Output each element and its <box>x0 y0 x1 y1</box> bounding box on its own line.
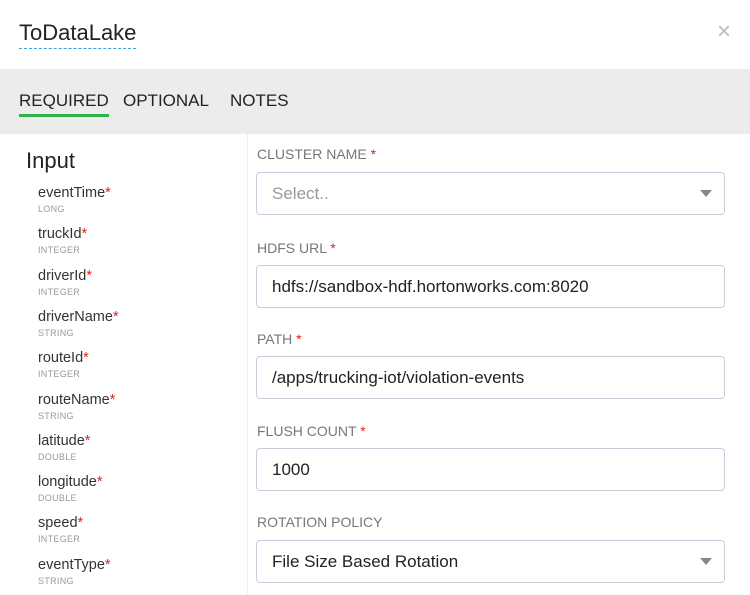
field-name: latitude* <box>38 433 90 449</box>
field-name: eventTime* <box>38 185 111 201</box>
required-mark: * <box>370 146 377 162</box>
field-name-text: driverId <box>38 267 87 284</box>
required-mark: * <box>96 474 103 491</box>
cluster-name-label: CLUSTER NAME * <box>257 146 376 162</box>
close-icon[interactable]: × <box>717 18 731 46</box>
flush-count-input[interactable]: 1000 <box>256 448 725 491</box>
field-name: longitude* <box>38 474 103 490</box>
input-field-item: routeId* INTEGER <box>38 350 89 379</box>
field-type: STRING <box>38 327 74 338</box>
input-field-item: routeName* STRING <box>38 392 115 421</box>
required-mark: * <box>84 432 91 449</box>
field-name-text: eventType <box>38 556 105 573</box>
field-type: INTEGER <box>38 534 81 545</box>
path-label: PATH * <box>257 331 302 347</box>
field-type: DOUBLE <box>38 493 77 504</box>
label-text: CLUSTER NAME <box>257 146 367 162</box>
label-text: FLUSH COUNT <box>257 423 357 439</box>
required-mark: * <box>83 350 89 367</box>
field-name: driverName* <box>38 309 119 325</box>
tab-optional[interactable]: OPTIONAL <box>123 91 209 114</box>
required-mark: * <box>77 515 84 532</box>
input-field-item: latitude* DOUBLE <box>38 433 90 462</box>
field-type: INTEGER <box>38 369 81 380</box>
input-schema-panel: Input eventTime* LONG truckId* INTEGER drive… <box>0 134 248 595</box>
tab-notes[interactable]: NOTES <box>230 91 289 114</box>
required-mark: * <box>296 331 302 347</box>
input-field-item: speed* INTEGER <box>38 515 83 544</box>
input-field-item: truckId* INTEGER <box>38 226 87 255</box>
field-type: STRING <box>38 575 74 586</box>
field-name-text: eventTime <box>38 185 106 201</box>
field-name: eventType* <box>38 557 111 573</box>
label-text: PATH <box>257 331 293 347</box>
input-heading: Input <box>26 148 75 173</box>
rotation-policy-label: ROTATION POLICY <box>257 514 383 530</box>
field-name: truckId* <box>38 226 87 242</box>
select-placeholder: Select.. <box>272 184 329 203</box>
label-text: HDFS URL <box>257 240 327 256</box>
required-mark: * <box>104 556 111 573</box>
required-mark: * <box>81 226 88 243</box>
field-name-text: latitude <box>38 432 85 449</box>
input-field-item: eventType* STRING <box>38 557 111 586</box>
chevron-down-icon <box>700 558 712 565</box>
required-mark: * <box>86 267 93 284</box>
select-value: File Size Based Rotation <box>272 552 459 571</box>
field-name-text: driverName <box>38 308 113 325</box>
input-field-item: longitude* DOUBLE <box>38 474 103 503</box>
field-type: DOUBLE <box>38 451 77 462</box>
dialog-title[interactable]: ToDataLake <box>19 20 137 49</box>
field-name-text: truckId <box>38 226 82 243</box>
rotation-policy-select[interactable]: File Size Based Rotation <box>256 540 725 583</box>
input-field-item: driverId* INTEGER <box>38 268 92 297</box>
field-type: LONG <box>38 204 65 214</box>
field-name-text: routeName <box>38 391 110 408</box>
required-mark: * <box>105 185 111 201</box>
tab-required[interactable]: REQUIRED <box>19 91 109 117</box>
field-name: speed* <box>38 515 83 531</box>
hdfs-url-input[interactable]: hdfs://sandbox-hdf.hortonworks.com:8020 <box>256 265 725 308</box>
chevron-down-icon <box>700 190 712 197</box>
flush-count-label: FLUSH COUNT * <box>257 423 366 439</box>
field-type: STRING <box>38 410 74 421</box>
field-name: routeId* <box>38 350 89 366</box>
field-name: driverId* <box>38 268 92 284</box>
required-mark: * <box>330 240 336 256</box>
input-field-item: driverName* STRING <box>38 309 119 338</box>
field-name-text: longitude <box>38 474 97 491</box>
field-name: routeName* <box>38 392 115 408</box>
required-mark: * <box>360 423 366 439</box>
field-name-text: routeId <box>38 350 84 367</box>
path-input[interactable]: /apps/trucking-iot/violation-events <box>256 356 725 399</box>
field-type: INTEGER <box>38 245 81 256</box>
hdfs-url-label: HDFS URL * <box>257 240 336 256</box>
field-name-text: speed <box>38 515 78 532</box>
input-field-item: eventTime* LONG <box>38 185 111 214</box>
required-mark: * <box>112 308 119 325</box>
required-mark: * <box>109 391 116 408</box>
cluster-name-select[interactable]: Select.. <box>256 172 725 215</box>
field-type: INTEGER <box>38 286 81 297</box>
tab-bar: REQUIRED OPTIONAL NOTES <box>0 69 750 134</box>
